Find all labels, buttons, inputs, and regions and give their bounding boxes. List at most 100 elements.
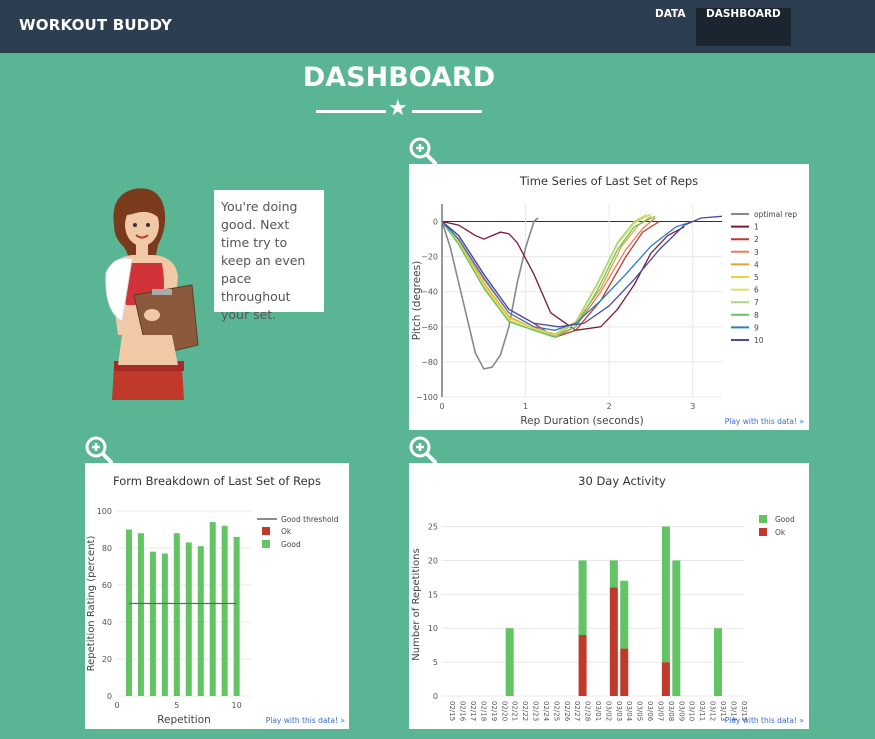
play-link: Play with this data! » — [725, 716, 805, 725]
x-tick-label: 0 — [439, 402, 444, 411]
x-tick-label: 02/22 — [521, 701, 529, 721]
bar-good — [661, 526, 670, 663]
y-tick-label: 10 — [428, 624, 438, 633]
chart-title: Time Series of Last Set of Reps — [519, 174, 698, 188]
legend-label: Good — [775, 515, 795, 524]
bar-good — [221, 525, 228, 696]
series-line — [441, 213, 652, 337]
x-tick-label: 02/17 — [469, 701, 477, 721]
legend-label: 3 — [754, 248, 759, 257]
legend-label: Ok — [281, 527, 292, 536]
activity-panel: 30 Day Activity 0 5 10 15 20 25 Number of Repet… — [409, 463, 809, 729]
x-tick-label: 03/03 — [615, 701, 623, 721]
x-tick-label: 02/20 — [500, 701, 508, 721]
bar-good — [209, 522, 216, 696]
bar-ok — [609, 587, 618, 696]
x-axis-label: Rep Duration (seconds) — [520, 415, 643, 427]
play-link: Play with this data! » — [725, 417, 805, 426]
bar-good — [672, 560, 681, 696]
nav-data-link[interactable]: DATA — [645, 8, 696, 46]
x-tick-label: 1 — [523, 402, 528, 411]
bar-good — [149, 551, 156, 696]
bar-good — [620, 580, 629, 649]
legend-label: 2 — [754, 235, 759, 244]
x-tick-label: 03/09 — [677, 701, 685, 721]
y-axis-label: Number of Repetitions — [411, 548, 422, 660]
legend-label: 8 — [754, 311, 759, 320]
x-tick-label: 02/25 — [552, 701, 560, 721]
y-tick-label: 0 — [433, 218, 438, 227]
legend-label: 1 — [754, 223, 759, 232]
bar-ok — [620, 648, 629, 696]
legend-label: 6 — [754, 286, 759, 295]
bar-good — [137, 533, 144, 696]
x-tick-label: 03/06 — [646, 701, 654, 722]
y-tick-label: 25 — [428, 523, 438, 532]
star-icon: ★ — [388, 96, 408, 121]
y-tick-label: −80 — [421, 358, 438, 367]
y-tick-label: 0 — [107, 692, 112, 701]
legend-label: Good — [281, 540, 301, 549]
x-tick-label: 03/02 — [604, 701, 612, 721]
bar-good — [505, 628, 514, 696]
y-tick-label: 0 — [433, 692, 438, 701]
navbar: WORKOUT BUDDY DATA DASHBOARD — [0, 0, 875, 53]
x-tick-label: 03/11 — [698, 701, 706, 721]
zoom-in-icon[interactable] — [85, 436, 113, 464]
y-tick-label: −40 — [421, 288, 438, 297]
bar-good — [578, 560, 587, 635]
legend-label: 5 — [754, 273, 759, 282]
chart-title: 30 Day Activity — [578, 474, 666, 488]
zoom-in-icon[interactable] — [409, 137, 437, 165]
y-axis-label: Repetition Rating (percent) — [86, 536, 97, 672]
x-tick-label: 03/07 — [656, 701, 664, 721]
zoom-in-icon[interactable] — [409, 436, 437, 464]
bar-ok — [661, 662, 670, 696]
activity-chart[interactable]: 30 Day Activity 0 5 10 15 20 25 Number of Repet… — [409, 463, 809, 729]
y-tick-label: −20 — [421, 253, 438, 262]
x-tick-label: 2 — [607, 402, 612, 411]
bar-ok — [578, 635, 587, 696]
x-tick-label: 03/10 — [688, 701, 696, 721]
y-tick-label: −60 — [421, 323, 438, 332]
bar-good — [197, 546, 204, 696]
y-tick-label: 20 — [102, 655, 112, 664]
bar-good — [185, 542, 192, 696]
y-tick-label: −100 — [416, 393, 438, 402]
legend-label: Good threshold — [281, 515, 339, 524]
x-tick-label: 02/26 — [563, 701, 571, 722]
form-breakdown-chart[interactable]: Form Breakdown of Last Set of Reps 0 20 40 6… — [85, 463, 349, 729]
x-tick-label: 02/21 — [511, 701, 519, 721]
x-tick-label: 02/27 — [573, 701, 581, 721]
x-tick-label: 02/15 — [448, 701, 456, 721]
legend-label: 7 — [754, 298, 759, 307]
form-breakdown-panel: Form Breakdown of Last Set of Reps 0 20 40 6… — [85, 463, 349, 729]
nav-dashboard-link[interactable]: DASHBOARD — [696, 8, 791, 46]
legend-label: Ok — [775, 528, 786, 537]
bar-good — [125, 529, 132, 696]
legend-swatch — [262, 527, 270, 535]
time-series-chart[interactable]: Time Series of Last Set of Reps 0 −20 −40 −6… — [409, 164, 809, 430]
legend-label: 4 — [754, 260, 759, 269]
x-tick-label: 02/18 — [479, 701, 487, 721]
x-tick-label: 3 — [690, 402, 695, 411]
legend-swatch — [262, 540, 270, 548]
brand-logo[interactable]: WORKOUT BUDDY — [19, 16, 172, 34]
x-tick-label: 10 — [232, 701, 242, 710]
x-tick-label: 03/12 — [709, 701, 717, 721]
y-tick-label: 40 — [102, 618, 112, 627]
x-tick-label: 03/05 — [636, 701, 644, 721]
x-tick-label: 02/28 — [584, 701, 592, 721]
legend-swatch — [759, 528, 767, 536]
bar-good — [713, 628, 722, 696]
y-tick-label: 5 — [433, 658, 438, 667]
x-tick-label: 03/04 — [625, 701, 633, 722]
x-axis-label: Repetition — [157, 714, 211, 726]
bar-good — [609, 560, 618, 588]
y-tick-label: 60 — [102, 581, 112, 590]
title-divider-left — [316, 110, 386, 113]
legend-label: 10 — [754, 336, 764, 345]
x-tick-label: 02/24 — [542, 701, 550, 722]
x-tick-label: 5 — [174, 701, 179, 710]
x-tick-label: 02/19 — [490, 701, 498, 721]
